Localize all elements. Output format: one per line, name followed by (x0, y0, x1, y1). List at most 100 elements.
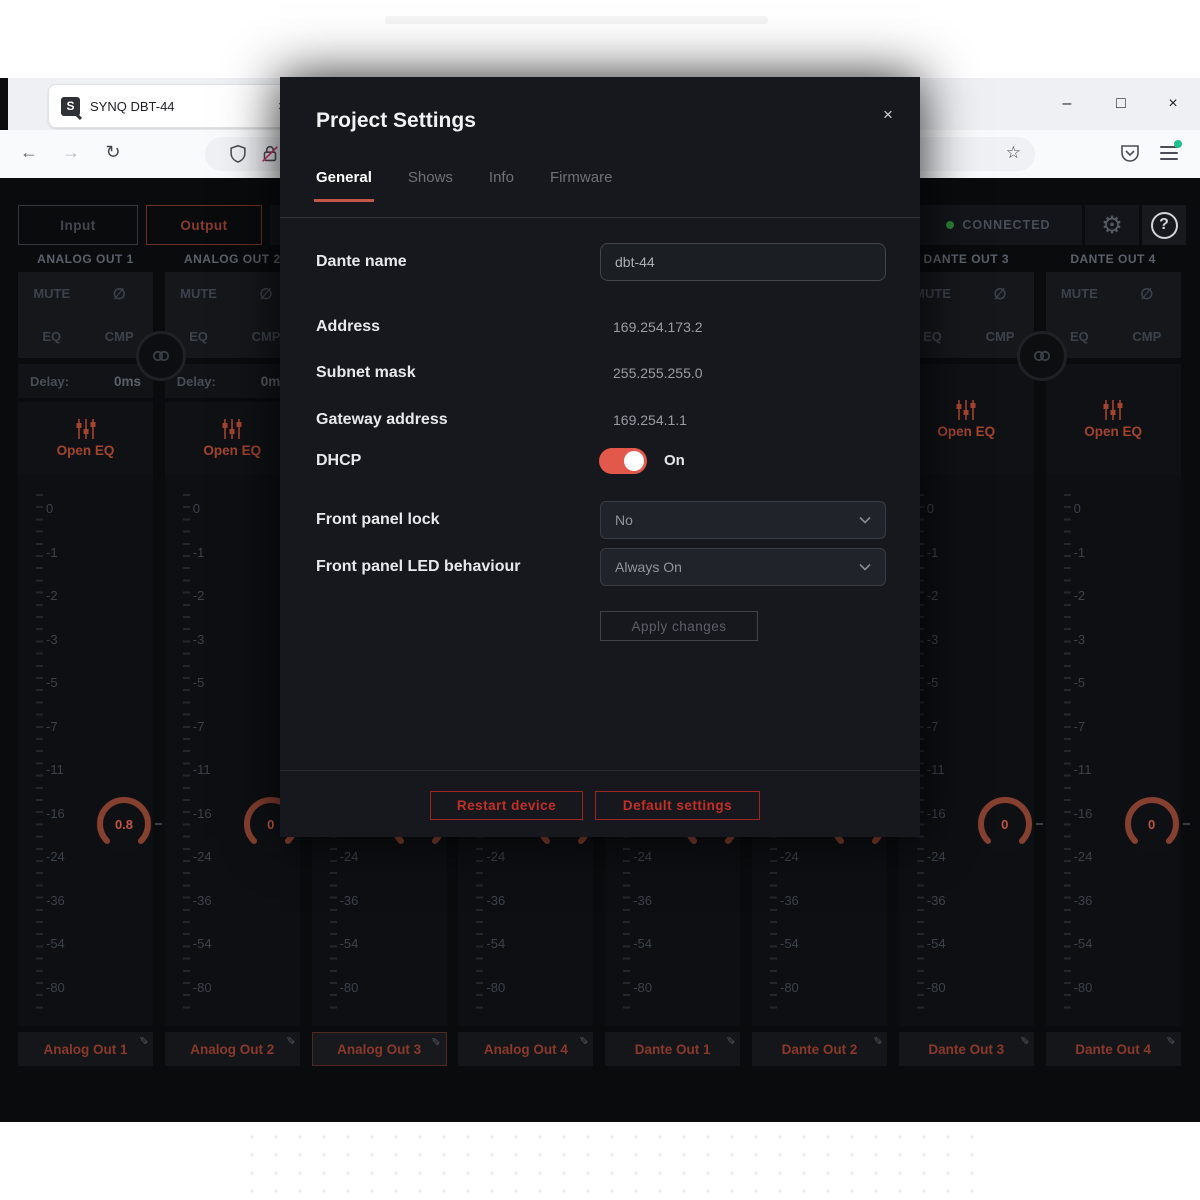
delay-value: 0ms (114, 374, 141, 389)
meter-scale-label: -36 (633, 893, 667, 908)
help-button[interactable]: ? (1142, 205, 1186, 245)
phase-invert-button[interactable]: ∅ (1113, 272, 1181, 315)
meter-scale-label: -24 (927, 849, 961, 864)
meter-scale-label: -80 (340, 980, 374, 995)
restart-device-button[interactable]: Restart device (430, 791, 583, 820)
channel-name-label: Analog Out 2 (190, 1042, 274, 1057)
meter-scale-label: -11 (193, 762, 227, 777)
connection-status: CONNECTED (915, 205, 1082, 245)
meter-scale-label: -54 (1074, 936, 1108, 951)
gateway-value: 169.254.1.1 (613, 412, 687, 428)
window-maximize-button[interactable]: □ (1106, 95, 1136, 113)
dhcp-toggle[interactable] (599, 448, 647, 474)
dhcp-state-label: On (664, 452, 685, 469)
tabs-divider (280, 217, 920, 218)
channel-name-button[interactable]: Dante Out 2 ✎ (752, 1032, 887, 1066)
meter-scale-label: -2 (1074, 588, 1108, 603)
gain-knob[interactable]: 0.8 (89, 789, 159, 859)
open-eq-button[interactable]: Open EQ (1046, 364, 1181, 474)
dialog-tab-firmware[interactable]: Firmware (550, 169, 613, 202)
eq-button[interactable]: EQ (18, 315, 86, 358)
reload-button[interactable]: ↻ (100, 142, 126, 163)
dialog-tab-info[interactable]: Info (489, 169, 514, 202)
link-icon (151, 349, 171, 363)
shield-icon[interactable] (227, 143, 249, 165)
meter-scale-label: -24 (633, 849, 667, 864)
meter-scale-label: -36 (486, 893, 520, 908)
open-eq-label: Open EQ (1084, 424, 1142, 439)
channel-header-label: ANALOG OUT 1 (14, 252, 157, 268)
open-eq-label: Open EQ (203, 443, 261, 458)
mute-button[interactable]: MUTE (165, 272, 233, 315)
compressor-button[interactable]: CMP (1113, 315, 1181, 358)
browser-menu-icon[interactable] (1160, 146, 1178, 160)
meter-scale-label: -54 (927, 936, 961, 951)
eq-sliders-icon (1102, 399, 1124, 421)
meter-scale-label: -7 (46, 719, 80, 734)
channel-name-button[interactable]: Analog Out 3 ✎ (312, 1032, 447, 1066)
window-minimize-button[interactable]: – (1052, 95, 1082, 113)
open-eq-button[interactable]: Open EQ (18, 402, 153, 474)
phase-invert-button[interactable]: ∅ (86, 272, 154, 315)
channel-name-label: Dante Out 1 (635, 1042, 711, 1057)
bookmark-star-icon[interactable]: ☆ (1006, 143, 1021, 163)
meter-scale-label: 0 (46, 501, 80, 516)
default-settings-button[interactable]: Default settings (595, 791, 760, 820)
dialog-tab-shows[interactable]: Shows (408, 169, 453, 202)
delay-row[interactable]: Delay: 0ms (18, 364, 153, 398)
dialog-close-button[interactable]: × (876, 103, 900, 127)
phase-invert-button[interactable]: ∅ (966, 272, 1034, 315)
channel-link-button[interactable] (1017, 331, 1067, 381)
dhcp-label: DHCP (316, 450, 361, 472)
meter-scale-label: -36 (927, 893, 961, 908)
meter-scale-label: -24 (340, 849, 374, 864)
gain-knob[interactable]: 0 (970, 789, 1040, 859)
settings-gear-button[interactable]: ⚙ (1085, 205, 1139, 245)
channel-name-button[interactable]: Dante Out 3 ✎ (899, 1032, 1034, 1066)
channel-name-button[interactable]: Analog Out 4 ✎ (458, 1032, 593, 1066)
mute-button[interactable]: MUTE (1046, 272, 1114, 315)
level-meter: 0-1-2-3-5-7-11-16-24-36-54-80 0.8 (18, 474, 153, 1026)
channel-name-button[interactable]: Analog Out 1 ✎ (18, 1032, 153, 1066)
meter-scale-label: -54 (193, 936, 227, 951)
tab-input[interactable]: Input (18, 205, 138, 245)
meter-scale-label: -24 (486, 849, 520, 864)
dante-name-label: Dante name (316, 251, 407, 273)
browser-tab[interactable]: S SYNQ DBT-44 × (48, 84, 304, 128)
led-behaviour-select[interactable]: Always On (600, 548, 886, 586)
channel-strip: ANALOG OUT 1 MUTE ∅ EQ CMP Delay: 0ms Op… (14, 252, 157, 1066)
channel-link-button[interactable] (136, 331, 186, 381)
forward-button[interactable]: → (58, 142, 84, 163)
channel-name-button[interactable]: Dante Out 4 ✎ (1046, 1032, 1181, 1066)
front-panel-lock-select[interactable]: No (600, 501, 886, 539)
meter-scale-label: -1 (1074, 545, 1108, 560)
channel-name-label: Analog Out 3 (337, 1042, 421, 1057)
gain-knob[interactable]: 0 (1117, 789, 1187, 859)
address-label: Address (316, 316, 380, 338)
window-close-button[interactable]: × (1158, 95, 1188, 113)
tab-output[interactable]: Output (146, 205, 262, 245)
dialog-title: Project Settings (316, 109, 476, 133)
pocket-icon[interactable] (1118, 141, 1142, 165)
insecure-lock-icon[interactable] (259, 143, 281, 165)
subnet-mask-label: Subnet mask (316, 362, 416, 384)
meter-scale-label: -11 (46, 762, 80, 777)
channel-processing-panel: MUTE ∅ EQ CMP (18, 272, 153, 358)
channel-name-button[interactable]: Analog Out 2 ✎ (165, 1032, 300, 1066)
meter-scale-label: -24 (780, 849, 814, 864)
update-badge (1174, 140, 1182, 148)
delay-label: Delay: (30, 374, 69, 389)
apply-changes-button[interactable]: Apply changes (600, 611, 758, 641)
meter-ticks (36, 494, 43, 1018)
meter-scale-label: -5 (1074, 675, 1108, 690)
channel-name-button[interactable]: Dante Out 1 ✎ (605, 1032, 740, 1066)
meter-scale-label: -80 (46, 980, 80, 995)
dialog-tab-general[interactable]: General (316, 169, 372, 202)
dante-name-input[interactable] (600, 243, 886, 281)
chevron-down-icon (859, 563, 871, 571)
meter-scale-label: -11 (927, 762, 961, 777)
meter-scale-label: -3 (927, 632, 961, 647)
meter-scale-label: -2 (46, 588, 80, 603)
mute-button[interactable]: MUTE (18, 272, 86, 315)
back-button[interactable]: ← (16, 142, 42, 163)
